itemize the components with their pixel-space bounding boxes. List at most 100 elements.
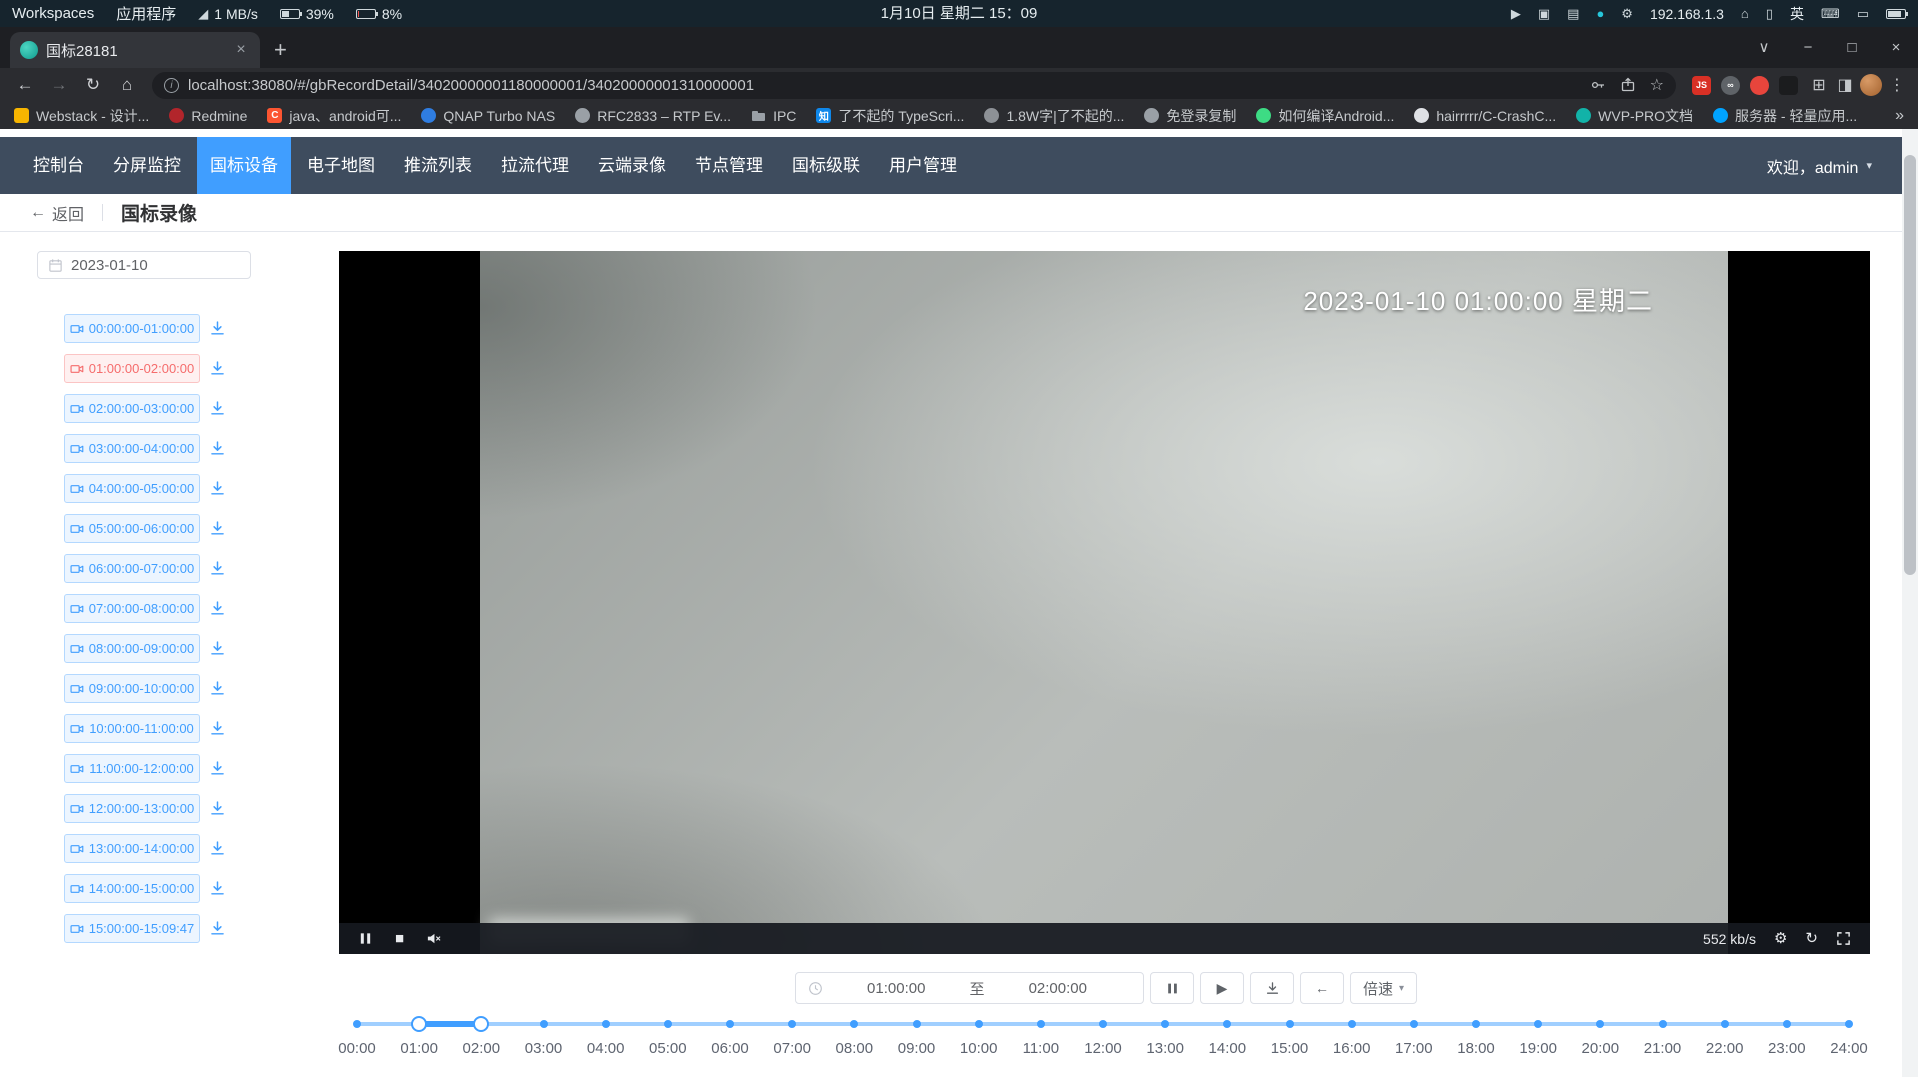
bookmark-item[interactable]: hairrrrr/C-CrashC... [1414,108,1556,124]
bookmarks-overflow-icon[interactable]: » [1895,107,1904,125]
fullscreen-icon[interactable] [1836,931,1851,946]
clock-date[interactable]: 1月10日 星期二 15：09 [881,0,1038,27]
bookmark-item[interactable]: RFC2833 – RTP Ev... [575,108,731,124]
tab-search-icon[interactable]: ∨ [1742,27,1786,68]
extension-js-icon[interactable]: JS [1692,76,1711,95]
minimize-button[interactable]: − [1786,27,1830,68]
segment-button[interactable]: 13:00:00-14:00:00 [64,834,200,863]
nav-item-1[interactable]: 分屏监控 [100,137,194,194]
home-button[interactable]: ⌂ [112,75,142,95]
segment-download-icon[interactable] [209,440,226,457]
tab-close-icon[interactable]: × [232,41,250,59]
bookmark-item[interactable]: 免登录复制 [1144,106,1236,126]
range-start-time[interactable]: 01:00:00 [823,980,970,997]
back-button[interactable]: ← [10,75,40,95]
input-method-indicator[interactable]: 英 [1790,4,1804,24]
nav-item-4[interactable]: 推流列表 [391,137,485,194]
share-icon[interactable] [1620,77,1636,93]
keyboard-icon[interactable]: ⌨ [1821,7,1840,20]
segment-download-icon[interactable] [209,840,226,857]
reload-button[interactable]: ↻ [78,75,108,95]
workspaces-button[interactable]: Workspaces [12,5,94,22]
segment-download-icon[interactable] [209,320,226,337]
segment-button[interactable]: 14:00:00-15:00:00 [64,874,200,903]
volume-muted-icon[interactable] [426,931,441,946]
segment-download-icon[interactable] [209,360,226,377]
bookmark-item[interactable]: 知了不起的 TypeScri... [816,106,964,126]
home-tray-icon[interactable]: ⌂ [1741,7,1749,20]
segment-button[interactable]: 11:00:00-12:00:00 [64,754,200,783]
segment-button[interactable]: 03:00:00-04:00:00 [64,434,200,463]
extension-dark-square-icon[interactable] [1779,76,1798,95]
site-info-icon[interactable]: i [164,78,179,93]
segment-download-icon[interactable] [209,920,226,937]
segment-download-icon[interactable] [209,520,226,537]
segment-download-icon[interactable] [209,800,226,817]
scrollbar-thumb[interactable] [1904,155,1916,575]
player-pause-icon[interactable] [358,931,373,946]
segment-button[interactable]: 15:00:00-15:09:47 [64,914,200,943]
new-tab-button[interactable]: + [274,39,287,61]
segment-download-icon[interactable] [209,640,226,657]
segment-download-icon[interactable] [209,560,226,577]
bookmark-item[interactable]: 如何编译Android... [1256,106,1394,126]
player-stop-icon[interactable]: ■ [395,931,404,946]
screenshot-icon[interactable]: ▣ [1538,7,1550,20]
nav-item-7[interactable]: 节点管理 [682,137,776,194]
display-icon[interactable]: ▭ [1857,7,1869,20]
segment-button[interactable]: 01:00:00-02:00:00 [64,354,200,383]
play-button[interactable]: ▶ [1200,972,1244,1004]
video-player[interactable]: 2023-01-10 01:00:00 星期二 ■ 552 kb/s ⚙ ↻ [339,251,1870,954]
segment-button[interactable]: 12:00:00-13:00:00 [64,794,200,823]
segment-download-icon[interactable] [209,600,226,617]
bookmark-item[interactable]: Redmine [169,108,247,124]
nav-item-9[interactable]: 用户管理 [876,137,970,194]
status-dot-icon[interactable]: ● [1596,7,1604,20]
timeline[interactable]: 00:0001:0002:0003:0004:0005:0006:0007:00… [357,1016,1849,1061]
player-settings-icon[interactable]: ⚙ [1774,931,1787,946]
browser-tab[interactable]: 国标28181 × [10,32,260,68]
bookmark-item[interactable]: QNAP Turbo NAS [421,108,555,124]
bookmark-item[interactable]: 服务器 - 轻量应用... [1713,106,1857,126]
profile-avatar[interactable] [1860,74,1882,96]
range-end-time[interactable]: 02:00:00 [985,980,1132,997]
time-range-picker[interactable]: 01:00:00 至 02:00:00 [795,972,1144,1004]
bookmark-star-icon[interactable]: ☆ [1650,75,1664,95]
segment-download-icon[interactable] [209,480,226,497]
bookmark-item[interactable]: 1.8W字|了不起的... [984,106,1124,126]
segment-button[interactable]: 10:00:00-11:00:00 [64,714,200,743]
side-panel-icon[interactable]: ◨ [1834,75,1856,95]
download-button[interactable] [1250,972,1294,1004]
nav-item-0[interactable]: 控制台 [20,137,97,194]
forward-button[interactable]: → [44,75,74,95]
date-picker[interactable]: 2023-01-10 [37,251,251,279]
extension-infinity-icon[interactable]: ∞ [1721,76,1740,95]
bookmark-item[interactable]: Cjava、android可... [267,106,401,126]
segment-button[interactable]: 06:00:00-07:00:00 [64,554,200,583]
segment-button[interactable]: 02:00:00-03:00:00 [64,394,200,423]
nav-item-3[interactable]: 电子地图 [294,137,388,194]
extensions-puzzle-icon[interactable]: ⊞ [1808,75,1830,95]
nav-item-2[interactable]: 国标设备 [197,137,291,194]
segment-button[interactable]: 04:00:00-05:00:00 [64,474,200,503]
tablet-icon[interactable]: ▯ [1766,7,1773,20]
scrollbar[interactable] [1902,129,1918,1077]
speed-button[interactable]: 倍速 ▾ [1350,972,1417,1004]
applications-menu[interactable]: 应用程序 [116,3,176,24]
media-play-icon[interactable]: ▶ [1511,7,1521,20]
extension-red-circle-icon[interactable] [1750,76,1769,95]
segment-button[interactable]: 08:00:00-09:00:00 [64,634,200,663]
url-text[interactable]: localhost:38080/#/gbRecordDetail/3402000… [188,77,1581,94]
timeline-handle[interactable] [411,1016,427,1032]
bookmark-item[interactable]: WVP-PRO文档 [1576,106,1693,126]
segment-button[interactable]: 09:00:00-10:00:00 [64,674,200,703]
tools-icon[interactable]: ⚙ [1621,7,1633,20]
segment-download-icon[interactable] [209,760,226,777]
password-key-icon[interactable] [1590,77,1606,93]
bookmark-item[interactable]: IPC [751,108,796,124]
nav-item-5[interactable]: 拉流代理 [488,137,582,194]
back-link[interactable]: ← 返回 [30,201,84,225]
close-window-button[interactable]: × [1874,27,1918,68]
browser-menu-icon[interactable]: ⋮ [1886,75,1908,95]
restore-button[interactable]: □ [1830,27,1874,68]
